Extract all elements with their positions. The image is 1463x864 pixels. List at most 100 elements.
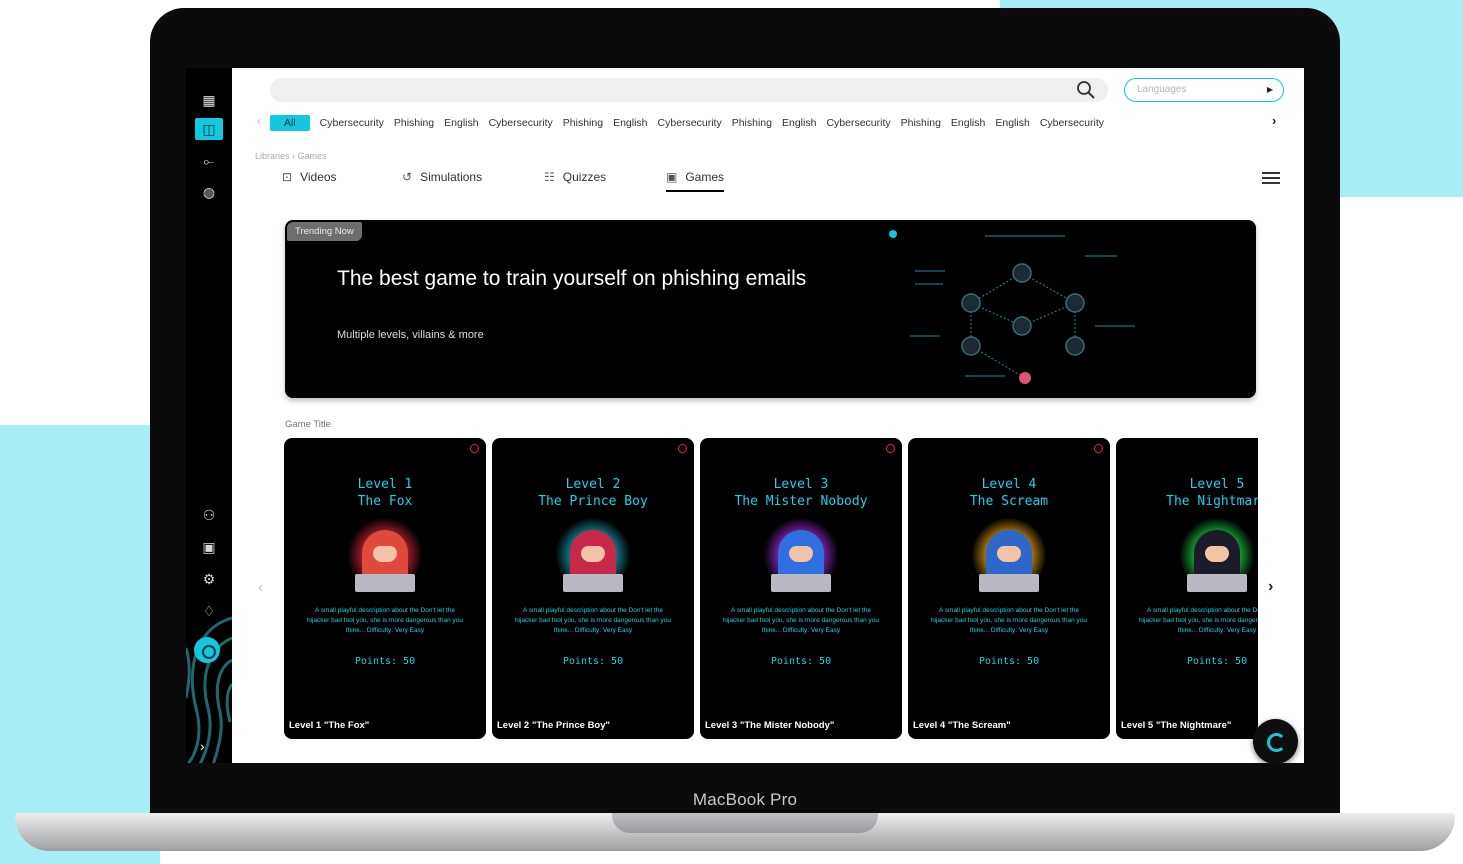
reports-icon[interactable]: ▣ <box>195 536 223 558</box>
hero-title: The best game to train yourself on phish… <box>337 267 807 290</box>
breadcrumb-root[interactable]: Libraries <box>255 151 290 161</box>
expand-sidebar-icon[interactable]: › <box>200 738 205 754</box>
background-block-left <box>0 425 160 864</box>
list-view-icon[interactable] <box>1262 172 1280 186</box>
breadcrumb-separator: › <box>292 151 296 161</box>
chip[interactable]: English <box>613 115 647 131</box>
section-title: Game Title <box>285 419 331 430</box>
tab-label: Games <box>685 170 725 184</box>
sidebar: ▦ ◫ ⟜ ◍ ⚇ ▣ ⚙ ♢ › <box>186 68 232 763</box>
carousel-next-icon[interactable]: › <box>1268 578 1273 596</box>
carousel-prev-icon[interactable]: ‹ <box>258 579 263 597</box>
card-caption: Level 1 "The Fox" <box>289 720 370 731</box>
filter-chips: All Cybersecurity Phishing English Cyber… <box>270 115 1104 131</box>
search-icon[interactable] <box>1076 80 1096 100</box>
quizzes-icon: ☷ <box>544 170 555 184</box>
game-card[interactable]: Level 1 The Fox A small playful descripti… <box>284 438 486 739</box>
card-caption: Level 4 "The Scream" <box>913 720 1011 731</box>
chip[interactable]: English <box>995 115 1029 131</box>
card-caption: Level 5 "The Nightmare" <box>1121 720 1232 731</box>
chip[interactable]: Phishing <box>732 115 772 131</box>
library-icon[interactable]: ▦ <box>195 89 223 111</box>
villain-laptop <box>355 574 415 592</box>
card-level: Level 3 The Mister Nobody <box>734 477 868 509</box>
chip[interactable]: All <box>270 115 310 131</box>
hero-subtitle: Multiple levels, villains & more <box>337 329 484 341</box>
card-points: Points: 50 <box>978 656 1040 667</box>
game-card[interactable]: Level 5 The Nightmare A small playful des… <box>1116 438 1258 739</box>
chip[interactable]: Phishing <box>563 115 603 131</box>
card-points: Points: 50 <box>354 656 416 667</box>
tab-label: Simulations <box>420 170 483 184</box>
chip[interactable]: English <box>444 115 478 131</box>
card-description: A small playful description about the Do… <box>1138 607 1258 634</box>
users-icon[interactable]: ⚇ <box>195 504 223 526</box>
games-icon: ▣ <box>666 170 678 184</box>
villain-laptop <box>1187 574 1247 592</box>
level-map-illustration <box>889 230 1135 384</box>
app-screen: ▦ ◫ ⟜ ◍ ⚇ ▣ ⚙ ♢ › Languages ▶ ‹ All Cybe… <box>186 68 1304 763</box>
villain-face <box>373 546 397 562</box>
chip[interactable]: Cybersecurity <box>658 115 722 131</box>
villain-face <box>1205 546 1229 562</box>
villain-laptop <box>563 574 623 592</box>
villain-face <box>581 546 605 562</box>
breadcrumb: Libraries › Games <box>255 151 327 161</box>
favorite-icon[interactable] <box>886 444 895 453</box>
language-select-placeholder: Languages <box>1137 84 1187 95</box>
tab-videos[interactable]: ⊡ Videos <box>282 170 337 192</box>
chips-next-icon[interactable]: › <box>1272 113 1276 128</box>
villain-face <box>997 546 1021 562</box>
tab-label: Videos <box>300 170 337 184</box>
card-level: Level 2 The Prince Boy <box>538 477 648 509</box>
game-carousel: Level 1 The Fox A small playful descripti… <box>284 438 1258 740</box>
card-points: Points: 50 <box>1186 656 1248 667</box>
game-card[interactable]: Level 3 The Mister Nobody A small playful… <box>700 438 902 739</box>
chip[interactable]: Cybersecurity <box>489 115 553 131</box>
chip[interactable]: English <box>951 115 985 131</box>
assistant-button[interactable] <box>1253 719 1298 763</box>
trending-banner[interactable]: Trending Now The best game to train your… <box>285 220 1256 398</box>
card-description: A small playful description about the Do… <box>930 607 1088 634</box>
chip[interactable]: Cybersecurity <box>320 115 384 131</box>
device-label: MacBook Pro <box>692 790 798 809</box>
favorite-icon[interactable] <box>1094 444 1103 453</box>
card-description: A small playful description about the Do… <box>306 607 464 634</box>
breadcrumb-current: Games <box>297 151 327 161</box>
video-icon: ⊡ <box>282 170 293 184</box>
card-caption: Level 2 "The Prince Boy" <box>497 720 611 731</box>
tab-games[interactable]: ▣ Games <box>666 170 725 192</box>
chip[interactable]: English <box>782 115 816 131</box>
chip[interactable]: Phishing <box>394 115 434 131</box>
favorite-icon[interactable] <box>470 444 479 453</box>
phishing-icon[interactable]: ◍ <box>195 181 223 203</box>
dropdown-arrow-icon: ▶ <box>1266 85 1273 94</box>
tab-label: Quizzes <box>562 170 607 184</box>
search-input[interactable] <box>270 78 1108 102</box>
tab-quizzes[interactable]: ☷ Quizzes <box>544 170 606 192</box>
favorite-icon[interactable] <box>678 444 687 453</box>
game-card[interactable]: Level 2 The Prince Boy A small playful de… <box>492 438 694 739</box>
game-card[interactable]: Level 4 The Scream A small playful descri… <box>908 438 1110 739</box>
card-points: Points: 50 <box>770 656 832 667</box>
content-icon[interactable]: ◫ <box>195 118 223 140</box>
chips-prev-icon[interactable]: ‹ <box>257 114 261 128</box>
fingerprint-decoration <box>186 616 232 763</box>
chip[interactable]: Phishing <box>901 115 941 131</box>
settings-icon[interactable]: ⚙ <box>195 568 223 590</box>
simulations-icon: ↺ <box>402 170 413 184</box>
assistant-icon[interactable] <box>194 637 220 663</box>
stage: MacBook Pro ▦ ◫ ⟜ ◍ ⚇ ▣ ⚙ ♢ › Languages … <box>0 0 1463 864</box>
laptop-notch <box>612 813 878 833</box>
card-description: A small playful description about the Do… <box>514 607 672 634</box>
card-level: Level 5 The Nightmare <box>1166 477 1258 509</box>
language-select[interactable]: Languages ▶ <box>1124 78 1284 102</box>
card-points: Points: 50 <box>562 656 624 667</box>
villain-face <box>789 546 813 562</box>
tab-simulations[interactable]: ↺ Simulations <box>402 170 482 192</box>
campaign-icon[interactable]: ⟜ <box>195 150 223 172</box>
villain-laptop <box>771 574 831 592</box>
chip[interactable]: Cybersecurity <box>1040 115 1104 131</box>
card-caption: Level 3 "The Mister Nobody" <box>705 720 835 731</box>
chip[interactable]: Cybersecurity <box>826 115 890 131</box>
